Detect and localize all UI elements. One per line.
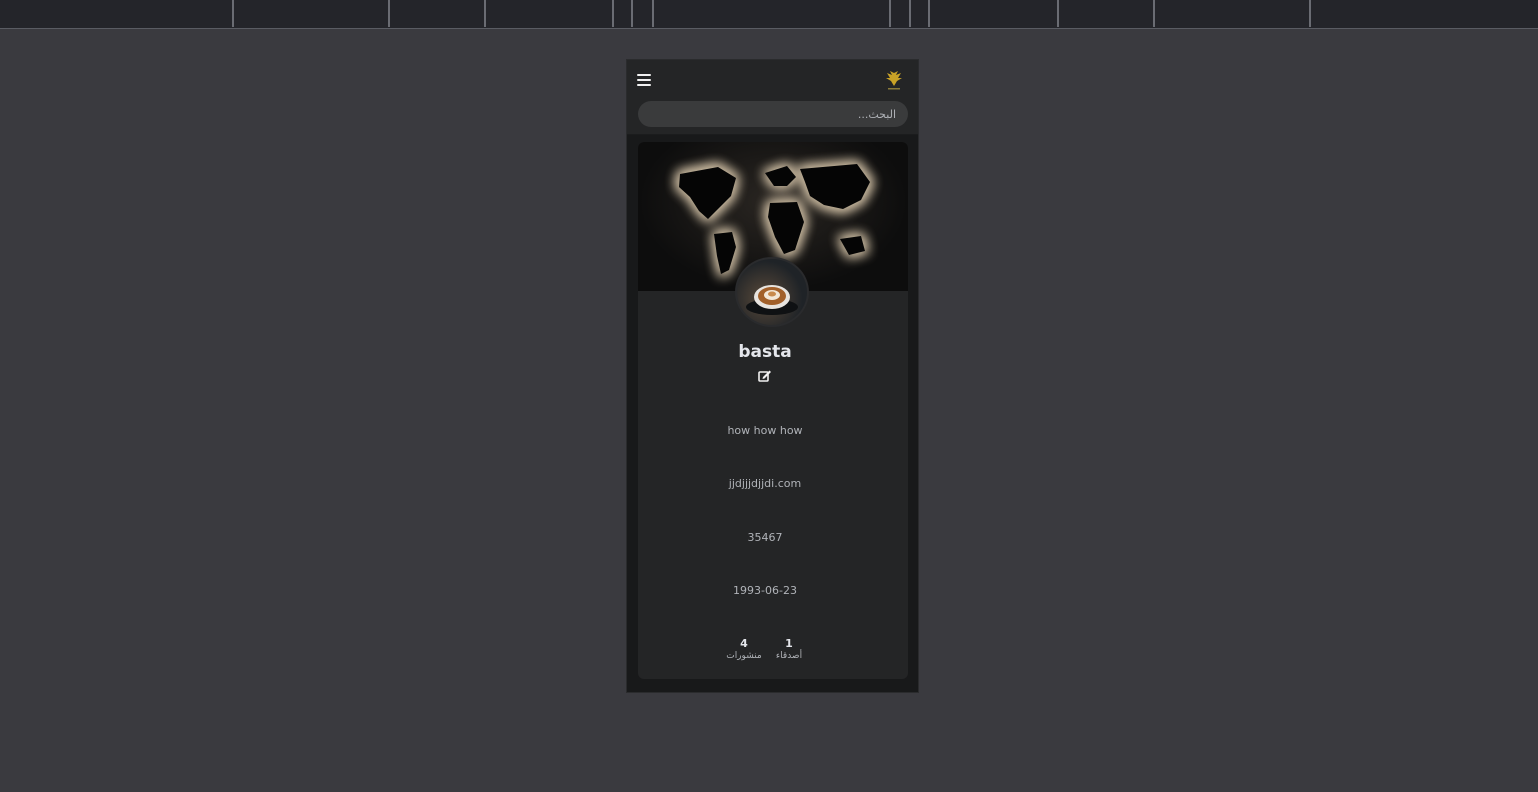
profile-card: basta how how how jjdjjjdjjdi.com 35467 … bbox=[638, 142, 908, 679]
ruler-tick bbox=[484, 0, 486, 27]
ruler-tick bbox=[631, 0, 633, 27]
hamburger-menu-icon[interactable] bbox=[637, 74, 651, 88]
avatar[interactable] bbox=[735, 257, 809, 327]
mobile-viewport: basta how how how jjdjjjdjjdi.com 35467 … bbox=[626, 59, 919, 693]
profile-phone: 35467 bbox=[747, 531, 783, 544]
stat-friends[interactable]: 1 أصدقاء bbox=[769, 637, 809, 661]
ruler-tick bbox=[232, 0, 234, 27]
profile-bio: how how how bbox=[727, 424, 803, 437]
coffee-cup-image bbox=[746, 285, 798, 315]
devtools-ruler bbox=[0, 0, 1538, 29]
ruler-tick bbox=[652, 0, 654, 27]
friends-label: أصدقاء bbox=[775, 651, 803, 661]
profile-birthdate: 1993-06-23 bbox=[733, 584, 797, 597]
ruler-tick bbox=[1057, 0, 1059, 27]
edit-icon[interactable] bbox=[758, 369, 772, 383]
top-navbar bbox=[627, 60, 918, 135]
ruler-tick bbox=[909, 0, 911, 27]
ruler-tick bbox=[388, 0, 390, 27]
profile-email: jjdjjjdjjdi.com bbox=[728, 477, 802, 490]
friends-count: 1 bbox=[785, 637, 793, 650]
eagle-logo-icon[interactable] bbox=[884, 70, 904, 92]
profile-stats: 4 منشورات 1 أصدقاء bbox=[638, 637, 892, 667]
ruler-tick bbox=[889, 0, 891, 27]
posts-label: منشورات bbox=[726, 651, 762, 661]
profile-username: basta bbox=[738, 342, 792, 362]
posts-count: 4 bbox=[740, 637, 748, 650]
ruler-tick bbox=[1309, 0, 1311, 27]
ruler-tick bbox=[928, 0, 930, 27]
ruler-tick bbox=[1153, 0, 1155, 27]
ruler-tick bbox=[612, 0, 614, 27]
stat-posts[interactable]: 4 منشورات bbox=[724, 637, 764, 661]
search-input[interactable] bbox=[638, 101, 908, 127]
